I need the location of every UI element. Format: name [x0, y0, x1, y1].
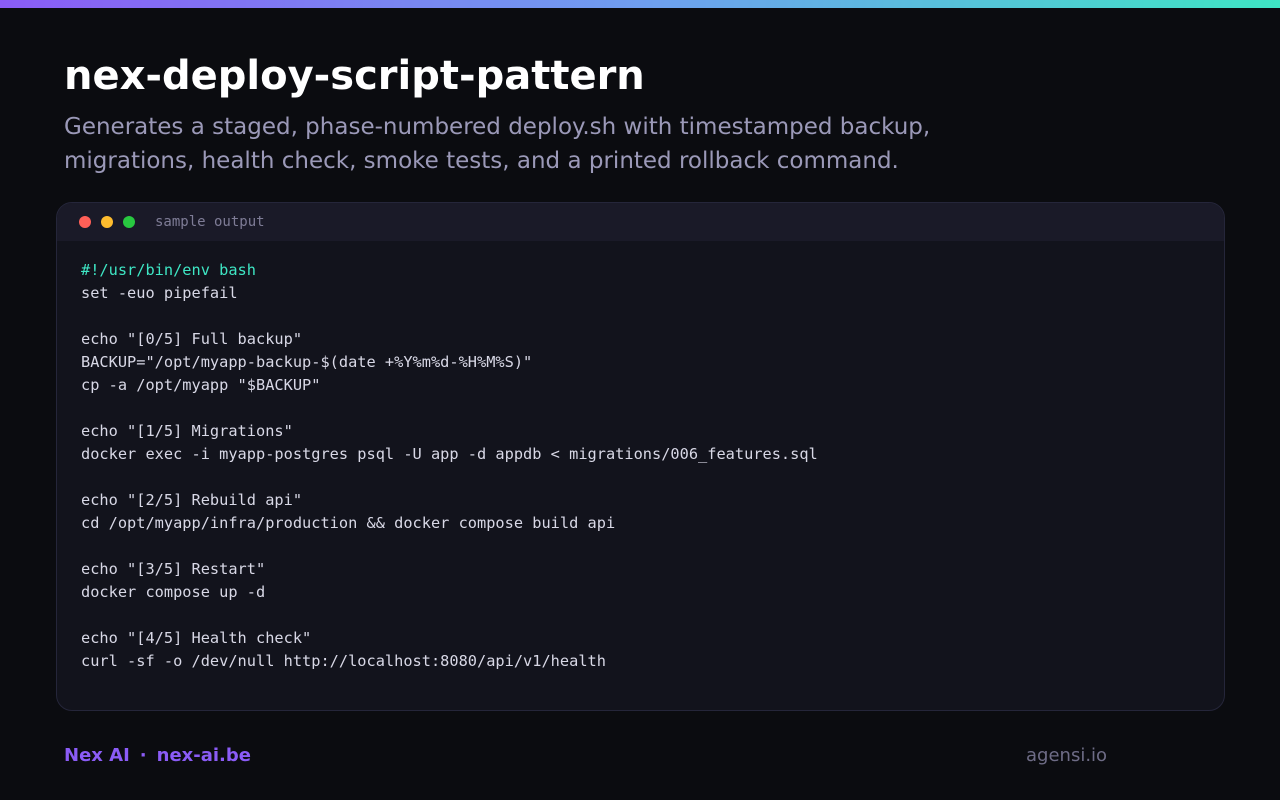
terminal-label: sample output [155, 214, 265, 230]
terminal-header: sample output [57, 203, 1224, 241]
close-dot-icon [79, 216, 91, 228]
code-line: echo "[4/5] Health check" [81, 629, 312, 647]
code-line: echo "[0/5] Full backup" [81, 330, 303, 348]
code-line: docker compose up -d [81, 583, 266, 601]
subtitle-line: migrations, health check, smoke tests, a… [64, 148, 899, 174]
footer-brand: Nex AI · nex-ai.be [64, 744, 251, 768]
code-block: #!/usr/bin/env bash set -euo pipefail ec… [57, 241, 1224, 673]
footer-credit: agensi.io [1026, 745, 1108, 766]
terminal-window: sample output #!/usr/bin/env bash set -e… [56, 202, 1225, 711]
brand-site-link[interactable]: nex-ai.be [157, 745, 251, 766]
code-line: docker exec -i myapp-postgres psql -U ap… [81, 445, 818, 463]
code-line: echo "[1/5] Migrations" [81, 422, 293, 440]
code-line: echo "[3/5] Restart" [81, 560, 266, 578]
page-title: nex-deploy-script-pattern [64, 53, 645, 99]
code-line: #!/usr/bin/env bash [81, 261, 256, 279]
brand-name: Nex AI [64, 745, 130, 766]
code-line: curl -sf -o /dev/null http://localhost:8… [81, 652, 606, 670]
page-subtitle: Generates a staged, phase-numbered deplo… [64, 110, 1024, 178]
subtitle-line: Generates a staged, phase-numbered deplo… [64, 114, 931, 140]
code-line: cd /opt/myapp/infra/production && docker… [81, 514, 616, 532]
code-line: cp -a /opt/myapp "$BACKUP" [81, 376, 321, 394]
code-line: BACKUP="/opt/myapp-backup-$(date +%Y%m%d… [81, 353, 533, 371]
maximize-dot-icon [123, 216, 135, 228]
code-line: echo "[2/5] Rebuild api" [81, 491, 303, 509]
footer-separator: · [139, 745, 147, 766]
top-gradient-bar [0, 0, 1280, 8]
minimize-dot-icon [101, 216, 113, 228]
code-line: set -euo pipefail [81, 284, 238, 302]
